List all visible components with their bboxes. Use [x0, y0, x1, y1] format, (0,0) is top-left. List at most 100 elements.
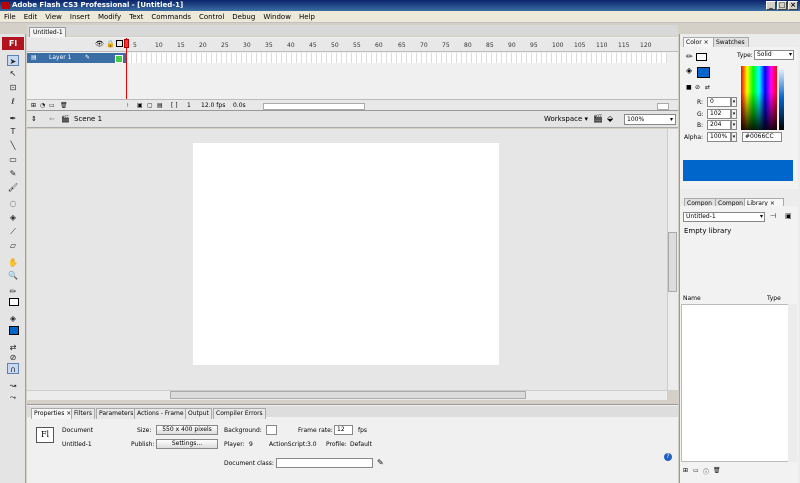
edit-class-pencil-icon[interactable]: ✎: [377, 458, 384, 467]
tab-filters[interactable]: Filters: [71, 408, 95, 419]
menu-file[interactable]: File: [0, 11, 20, 23]
close-button[interactable]: ×: [788, 1, 798, 10]
pin-icon[interactable]: ⊣: [770, 212, 776, 220]
back-arrow-icon[interactable]: ⇐: [49, 111, 55, 128]
zoom-tool-icon[interactable]: 🔍: [7, 270, 19, 281]
lock-icon[interactable]: 🔒: [106, 40, 115, 48]
straighten-icon[interactable]: ⤳: [7, 392, 19, 403]
timeline-toggle-icon[interactable]: ⇕: [31, 111, 37, 128]
menu-modify[interactable]: Modify: [94, 11, 125, 23]
workspace-button[interactable]: Workspace ▾: [544, 113, 590, 125]
fill-bucket-icon[interactable]: ◈: [686, 66, 692, 75]
menu-debug[interactable]: Debug: [228, 11, 259, 23]
rectangle-tool-icon[interactable]: ▭: [7, 154, 19, 165]
b-input[interactable]: 204: [707, 120, 731, 130]
stage[interactable]: [193, 143, 499, 365]
eyedropper-tool-icon[interactable]: ⟋: [7, 226, 19, 237]
timeline-hscroll[interactable]: [263, 103, 365, 110]
fill-swatch[interactable]: [7, 324, 19, 335]
brush-tool-icon[interactable]: 🖌: [7, 182, 19, 193]
document-tab[interactable]: Untitled-1: [29, 27, 66, 37]
size-button[interactable]: 550 x 400 pixels: [156, 425, 218, 435]
black-white-icon[interactable]: ■: [686, 84, 692, 91]
library-scrollbar[interactable]: [788, 304, 797, 462]
no-color-icon[interactable]: ⊘: [695, 84, 700, 91]
swap-colors-icon[interactable]: ⇄: [705, 84, 710, 91]
lasso-tool-icon[interactable]: ℓ: [7, 96, 19, 107]
hand-tool-icon[interactable]: ✋: [7, 257, 19, 268]
free-transform-tool-icon[interactable]: ⊡: [7, 82, 19, 93]
docclass-input[interactable]: [276, 458, 373, 468]
stage-vscroll-thumb[interactable]: [668, 232, 677, 292]
new-library-icon[interactable]: ▣: [785, 212, 792, 220]
timeline-vscroll[interactable]: [657, 103, 669, 110]
help-icon[interactable]: ?: [664, 453, 672, 461]
new-symbol-icon[interactable]: ⊞: [683, 467, 688, 474]
menu-edit[interactable]: Edit: [20, 11, 42, 23]
motion-guide-icon[interactable]: ◔: [40, 100, 45, 111]
menu-help[interactable]: Help: [295, 11, 319, 23]
snap-magnet-icon[interactable]: ∩: [7, 363, 19, 374]
onion-markers-icon[interactable]: [ ]: [171, 100, 178, 111]
fill-color-swatch[interactable]: [697, 67, 710, 78]
tab-compiler-errors[interactable]: Compiler Errors: [213, 408, 266, 419]
menu-view[interactable]: View: [41, 11, 66, 23]
frames-row[interactable]: [127, 53, 667, 63]
selection-tool-icon[interactable]: ➤: [7, 55, 19, 66]
menu-window[interactable]: Window: [259, 11, 295, 23]
pencil-tool-icon[interactable]: ✎: [7, 168, 19, 179]
onion-skin-icon[interactable]: ▣: [137, 100, 143, 111]
onion-outline-icon[interactable]: ▢: [147, 100, 153, 111]
settings-button[interactable]: Settings...: [156, 439, 218, 449]
delete-layer-icon[interactable]: 🗑: [60, 100, 68, 111]
fill-color-icon[interactable]: ◈: [7, 313, 19, 324]
eraser-tool-icon[interactable]: ▱: [7, 240, 19, 251]
menu-text[interactable]: Text: [125, 11, 147, 23]
no-color-icon[interactable]: ⊘: [7, 352, 19, 363]
hex-input[interactable]: #0066CC: [742, 132, 782, 142]
playhead[interactable]: [124, 38, 129, 100]
r-dropdown-icon[interactable]: ▾: [731, 97, 737, 107]
library-list[interactable]: [681, 304, 797, 462]
delete-icon[interactable]: 🗑: [713, 467, 721, 474]
maximize-button[interactable]: □: [777, 1, 787, 10]
center-frame-icon[interactable]: ⍿: [127, 100, 129, 111]
ink-bottle-tool-icon[interactable]: ◌: [7, 198, 19, 209]
framerate-input[interactable]: 12: [334, 425, 353, 435]
stroke-pencil-icon[interactable]: ✏: [686, 52, 693, 61]
library-col-type[interactable]: Type: [767, 295, 781, 302]
zoom-select[interactable]: 100% ▾: [624, 114, 676, 125]
edit-symbol-icon[interactable]: ⬙: [607, 114, 613, 123]
menu-commands[interactable]: Commands: [147, 11, 195, 23]
insert-folder-icon[interactable]: ▭: [49, 100, 55, 111]
properties-icon[interactable]: ⓘ: [703, 467, 709, 476]
g-dropdown-icon[interactable]: ▾: [731, 109, 737, 119]
pen-tool-icon[interactable]: ✒: [7, 113, 19, 124]
outline-icon[interactable]: [116, 40, 123, 47]
paint-bucket-tool-icon[interactable]: ◈: [7, 212, 19, 223]
minimize-button[interactable]: _: [766, 1, 776, 10]
edit-multiple-icon[interactable]: ▤: [157, 100, 163, 111]
stroke-color-swatch[interactable]: [696, 53, 707, 61]
stroke-swatch[interactable]: [7, 296, 19, 307]
tab-properties[interactable]: Properties ×: [31, 408, 75, 419]
library-col-name[interactable]: Name: [683, 295, 701, 302]
menu-control[interactable]: Control: [195, 11, 228, 23]
layer-row[interactable]: ▤ Layer 1 ✎: [27, 53, 126, 63]
insert-layer-icon[interactable]: ⊞: [31, 100, 36, 111]
layer-color-icon[interactable]: [115, 55, 123, 63]
library-doc-select[interactable]: Untitled-1 ▾: [683, 212, 765, 222]
g-input[interactable]: 102: [707, 109, 731, 119]
alpha-dropdown-icon[interactable]: ▾: [731, 132, 737, 142]
stage-hscroll-thumb[interactable]: [170, 391, 526, 399]
background-color-swatch[interactable]: [266, 425, 277, 435]
brightness-slider[interactable]: [779, 66, 784, 130]
type-select[interactable]: Solid ▾: [754, 50, 794, 60]
subselection-tool-icon[interactable]: ↖: [7, 68, 19, 79]
tab-actions-frame[interactable]: Actions - Frame: [134, 408, 187, 419]
tab-output[interactable]: Output: [185, 408, 212, 419]
smooth-icon[interactable]: ↝: [7, 380, 19, 391]
menu-insert[interactable]: Insert: [66, 11, 94, 23]
text-tool-icon[interactable]: T: [7, 126, 19, 137]
edit-scene-icon[interactable]: 🎬: [593, 114, 603, 123]
